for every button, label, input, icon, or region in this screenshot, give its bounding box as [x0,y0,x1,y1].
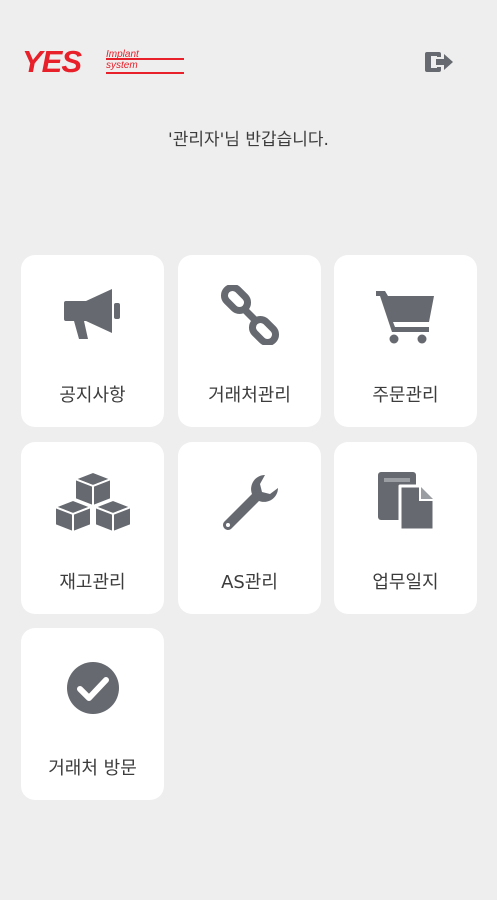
boxes-icon [53,471,132,533]
menu-label: 재고관리 [59,572,126,593]
menu-label: 주문관리 [372,385,439,406]
documents-icon [377,472,435,532]
menu-client-management[interactable]: 거래처관리 [178,255,321,427]
menu-label: 거래처관리 [208,385,291,406]
welcome-message: '관리자'님 반갑습니다. [168,130,329,150]
menu-inventory-management[interactable]: 재고관리 [21,442,164,614]
menu-label: 공지사항 [59,385,126,406]
shopping-cart-icon [375,291,434,344]
header: YES Implant system [0,0,497,110]
menu-label: 거래처 방문 [48,758,137,779]
megaphone-icon [63,289,120,339]
menu-notice[interactable]: 공지사항 [21,255,164,427]
chain-link-icon [220,285,279,345]
logout-icon [425,52,453,72]
yes-implant-logo: YES Implant system [22,44,184,80]
logout-button[interactable] [424,48,456,76]
menu-work-log[interactable]: 업무일지 [334,442,477,614]
check-circle-icon [66,662,119,714]
wrench-icon [222,475,278,530]
menu-label: 업무일지 [372,572,439,593]
menu-label: AS관리 [221,572,278,593]
menu-client-visit[interactable]: 거래처 방문 [21,628,164,800]
menu-order-management[interactable]: 주문관리 [334,255,477,427]
menu-as-management[interactable]: AS관리 [178,442,321,614]
